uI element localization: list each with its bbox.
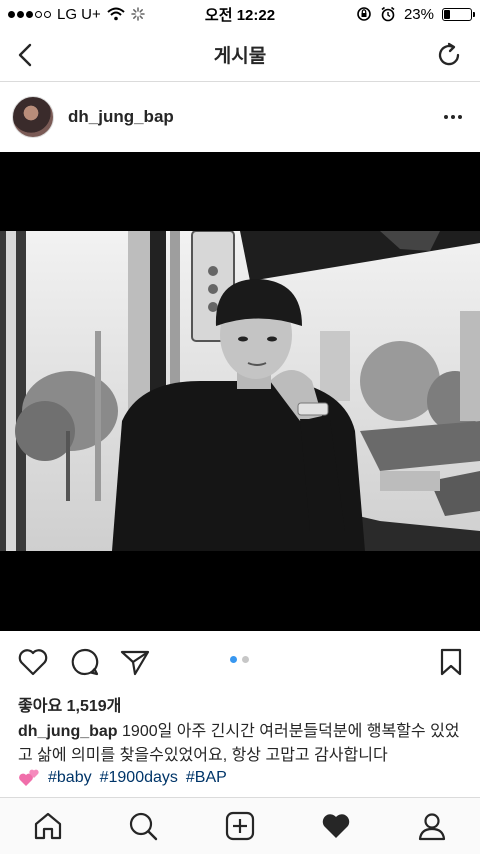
- post-photo: [0, 231, 480, 551]
- new-post-icon[interactable]: [224, 810, 256, 842]
- refresh-icon[interactable]: [434, 40, 464, 70]
- avatar[interactable]: [12, 96, 54, 138]
- orientation-lock-icon: [357, 7, 371, 21]
- heart-icon[interactable]: [17, 646, 49, 678]
- bookmark-icon[interactable]: [435, 646, 467, 678]
- home-icon[interactable]: [32, 810, 64, 842]
- likes-count[interactable]: 좋아요 1,519개: [18, 692, 121, 716]
- navigation-header: 게시물: [0, 28, 480, 82]
- comment-icon[interactable]: [69, 646, 101, 678]
- share-icon[interactable]: [119, 646, 151, 678]
- search-icon[interactable]: [127, 810, 159, 842]
- caption-username[interactable]: dh_jung_bap: [18, 723, 118, 740]
- more-dot-icon: [458, 115, 462, 119]
- carousel-dot: [230, 656, 237, 663]
- signal-strength-icon: [8, 10, 51, 18]
- status-bar: LG U+ 오전 12:22 23%: [0, 0, 480, 28]
- more-options-button[interactable]: [438, 102, 468, 132]
- carousel-dot: [242, 656, 249, 663]
- hashtag-row: #baby #1900days #BAP: [18, 766, 227, 790]
- chevron-left-icon[interactable]: [12, 40, 42, 70]
- loading-spinner-icon: [131, 7, 145, 21]
- two-hearts-emoji-icon: [19, 769, 39, 786]
- battery-level: [444, 9, 450, 19]
- profile-icon[interactable]: [416, 810, 448, 842]
- post-username[interactable]: dh_jung_bap: [68, 107, 174, 127]
- carrier-label: LG U+: [57, 5, 101, 23]
- photo-illustration: [0, 231, 480, 551]
- post-image[interactable]: [0, 152, 480, 631]
- wifi-icon: [107, 7, 125, 21]
- more-dot-icon: [444, 115, 448, 119]
- post-actions: [0, 644, 480, 680]
- activity-heart-icon[interactable]: [320, 810, 352, 842]
- alarm-icon: [381, 6, 395, 22]
- post-caption: dh_jung_bap 1900일 아주 긴시간 여러분들덕분에 행복할수 있었…: [18, 720, 468, 768]
- hashtag-link[interactable]: #baby: [48, 766, 92, 790]
- more-dot-icon: [451, 115, 455, 119]
- page-title: 게시물: [213, 46, 267, 67]
- bottom-tab-bar: [0, 797, 480, 854]
- battery-percent: 23%: [403, 5, 434, 23]
- status-right: 23%: [356, 5, 475, 23]
- hashtag-link[interactable]: #1900days: [100, 766, 178, 790]
- status-left: LG U+: [8, 6, 145, 23]
- carousel-indicator: [230, 656, 249, 663]
- post-header: dh_jung_bap: [0, 82, 480, 152]
- hashtag-link[interactable]: #BAP: [186, 766, 227, 790]
- battery-icon: [442, 7, 475, 21]
